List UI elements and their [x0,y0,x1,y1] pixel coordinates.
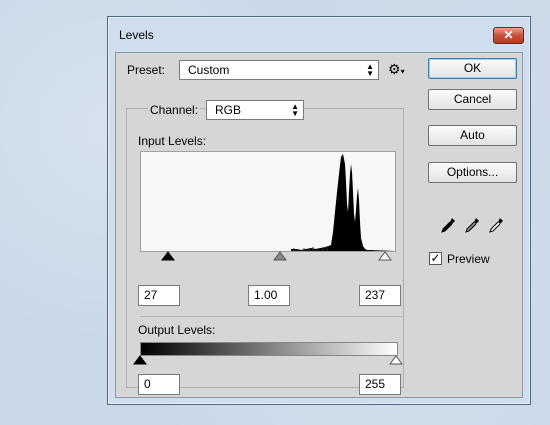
checkmark-icon: ✓ [430,251,441,265]
options-button[interactable]: Options... [428,162,517,183]
window-title: Levels [119,28,154,42]
levels-divider [140,316,402,317]
ok-button[interactable]: OK [428,58,517,79]
preview-checkbox[interactable]: ✓ [429,252,442,265]
title-bar[interactable]: Levels ✕ [108,17,530,52]
output-black-slider[interactable] [133,355,147,365]
cancel-button[interactable]: Cancel [428,89,517,110]
input-gamma-slider[interactable] [273,251,287,261]
histogram [140,151,396,252]
close-button[interactable]: ✕ [493,27,524,44]
input-black-field[interactable]: 27 [138,285,180,306]
black-point-eyedropper-icon[interactable] [440,217,456,233]
input-white-field[interactable]: 237 [359,285,401,306]
auto-button[interactable]: Auto [428,125,517,146]
channel-dropdown[interactable]: RGB ▲ ▼ [206,100,304,120]
preview-label: Preview [447,252,490,266]
input-white-slider[interactable] [378,251,392,261]
histogram-peaks [291,154,395,251]
levels-dialog: Levels ✕ Preset: Custom ▲ ▼ ⚙▾ OK Cancel … [107,16,531,405]
preset-dropdown[interactable]: Custom ▲ ▼ [179,60,379,80]
input-levels-label: Input Levels: [138,134,207,148]
dialog-body: Preset: Custom ▲ ▼ ⚙▾ OK Cancel Auto Opti… [115,52,523,398]
histogram-graph [291,154,395,251]
output-white-slider[interactable] [389,355,403,365]
output-levels-label: Output Levels: [138,323,216,337]
white-point-eyedropper-icon[interactable] [488,217,504,233]
channel-value: RGB [215,103,242,117]
output-gradient-bar [140,342,398,356]
input-gamma-field[interactable]: 1.00 [248,285,290,306]
gear-icon[interactable]: ⚙▾ [388,61,405,78]
preset-value: Custom [188,63,230,77]
output-white-field[interactable]: 255 [359,374,401,395]
dropdown-arrows-icon: ▲ ▼ [291,102,299,118]
input-black-slider[interactable] [161,251,175,261]
dropdown-arrows-icon: ▲ ▼ [366,62,374,78]
preset-label: Preset: [127,63,166,77]
gray-point-eyedropper-icon[interactable] [464,217,480,233]
channel-label: Channel: [148,103,201,117]
output-black-field[interactable]: 0 [138,374,180,395]
